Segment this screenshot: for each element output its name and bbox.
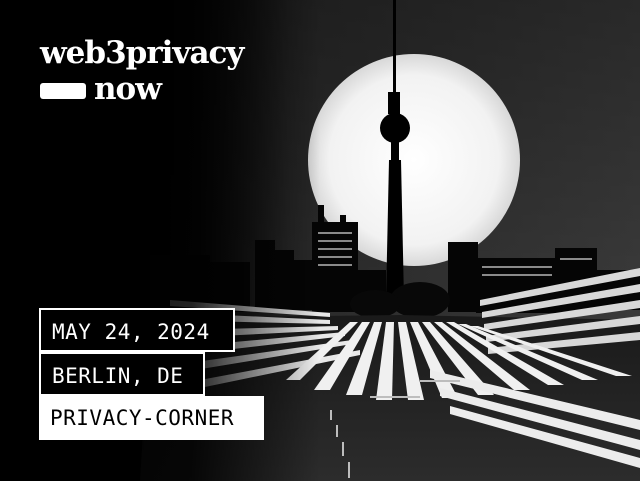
event-venue-tag: PRIVACY-CORNER [39,396,264,440]
brand-logo: web3privacy now [40,35,244,107]
event-location-tag: BERLIN, DE [39,352,205,396]
brand-name: web3privacy [40,35,244,71]
brand-bar-mark [40,83,86,99]
event-date-tag: MAY 24, 2024 [39,308,235,352]
brand-suffix: now [94,71,162,107]
